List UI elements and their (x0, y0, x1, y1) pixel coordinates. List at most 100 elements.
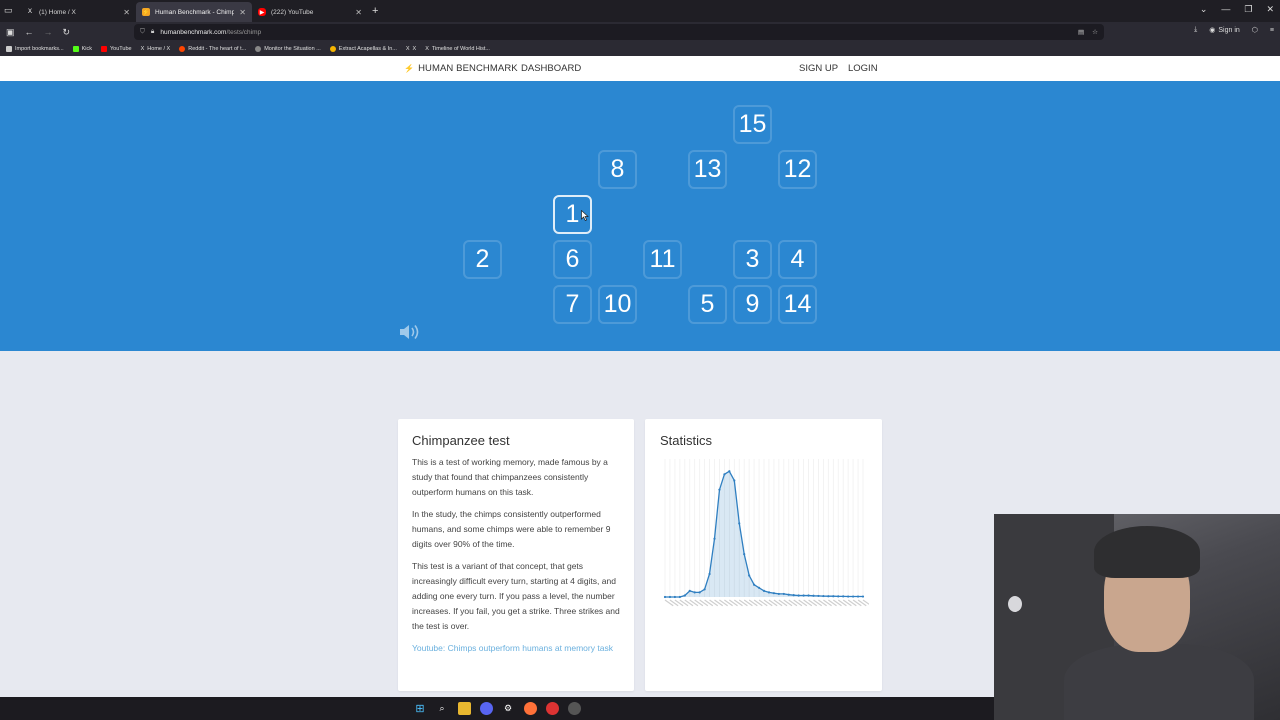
extensions-icon[interactable]: ⬡ (1252, 26, 1258, 34)
signup-link[interactable]: SIGN UP (799, 63, 838, 74)
speaker-icon[interactable] (398, 322, 422, 342)
back-icon[interactable]: ← (25, 27, 34, 37)
site-logo[interactable]: ⚡ HUMAN BENCHMARK (404, 63, 518, 74)
bookmark-item[interactable]: X Timeline of World Hist... (425, 46, 490, 52)
number-tile[interactable]: 14 (778, 285, 817, 324)
x-tick-mark (709, 599, 719, 607)
bookmark-label: Import bookmarks... (15, 46, 64, 52)
bookmark-item[interactable]: Extract Acapellas & In... (329, 46, 397, 52)
number-tile[interactable]: 2 (463, 240, 502, 279)
statistics-chart (663, 459, 869, 607)
data-point (693, 591, 696, 594)
login-link[interactable]: LOGIN (848, 63, 878, 74)
tab-label: (1) Home / X (39, 8, 76, 16)
settings-icon[interactable]: ⚙ (502, 702, 515, 715)
download-icon[interactable]: ⤓ (1194, 26, 1197, 34)
menu-icon[interactable]: ≡ (1270, 27, 1274, 34)
x-tick-mark (694, 599, 704, 607)
number-tile[interactable]: 12 (778, 150, 817, 189)
obs-icon[interactable] (567, 702, 581, 715)
close-icon[interactable]: ✕ (123, 8, 130, 17)
url-bar[interactable]: ⛉ 🔒︎ humanbenchmark.com/tests/chimp ▤ ☆ (134, 24, 1104, 40)
bookmark-item[interactable]: XX (406, 46, 416, 52)
search-icon[interactable]: ⌕ (436, 702, 449, 715)
x-tick-mark (679, 599, 689, 607)
discord-icon[interactable] (479, 702, 493, 715)
close-icon[interactable]: ✕ (355, 8, 362, 17)
windows-start-icon[interactable]: ⊞ (414, 702, 427, 715)
number-tile[interactable]: 11 (643, 240, 682, 279)
number-tile[interactable]: 3 (733, 240, 772, 279)
bookmark-item[interactable]: X Home / X (141, 46, 171, 52)
close-icon[interactable]: ✕ (239, 8, 246, 17)
bookmark-item[interactable]: Reddit - The heart of t... (179, 46, 246, 52)
data-point (842, 595, 845, 598)
sidebar-toggle-icon[interactable]: ▣ (6, 27, 15, 38)
close-window-icon[interactable]: ✕ (1266, 4, 1274, 15)
data-point (817, 594, 820, 598)
x-tick-mark (704, 599, 714, 607)
firefox-icon[interactable] (523, 702, 537, 715)
microphone (1008, 596, 1022, 612)
info-paragraph: This test is a variant of that concept, … (412, 561, 620, 631)
data-point (708, 572, 711, 576)
x-tick-mark (847, 599, 857, 607)
folder-icon[interactable] (457, 702, 471, 715)
tab-youtube[interactable]: ▶ (222) YouTube ✕ (252, 2, 368, 22)
bookmark-item[interactable]: Kick (72, 46, 92, 52)
account-icon: ◉ (1209, 27, 1216, 34)
account-button[interactable]: ◉ Sign in (1209, 26, 1240, 35)
data-point (673, 595, 676, 599)
number-tile[interactable]: 10 (598, 285, 637, 324)
info-card-title: Chimpanzee test (412, 433, 510, 448)
number-tile[interactable]: 5 (688, 285, 727, 324)
dashboard-link[interactable]: DASHBOARD (521, 63, 581, 74)
tab-x-home[interactable]: X (1) Home / X ✕ (20, 2, 136, 22)
number-tile[interactable]: 7 (553, 285, 592, 324)
reload-icon[interactable]: ↻ (63, 27, 71, 38)
x-tick-mark (738, 599, 748, 607)
app-icon[interactable] (545, 702, 559, 715)
x-tick-mark (803, 599, 813, 607)
number-tile[interactable]: 9 (733, 285, 772, 324)
data-point (792, 594, 795, 597)
data-point (837, 595, 840, 598)
youtube-link[interactable]: Youtube: Chimps outperform humans at mem… (412, 641, 620, 656)
mouse-cursor-icon (581, 210, 589, 221)
number-tile[interactable]: 8 (598, 150, 637, 189)
data-point (683, 594, 686, 597)
x-tick-mark (852, 599, 862, 607)
bookmark-item[interactable]: Import bookmarks... (6, 46, 64, 52)
data-point (822, 594, 825, 598)
chevron-down-icon[interactable]: ⌄ (1200, 4, 1208, 15)
new-tab-button[interactable]: + (372, 5, 378, 17)
info-card: Chimpanzee test This is a test of workin… (398, 419, 634, 691)
reader-view-icon[interactable]: ▤ (1078, 28, 1084, 36)
number-tile[interactable]: 6 (553, 240, 592, 279)
tab-human-benchmark[interactable]: ⚡ Human Benchmark - Chimp Te ✕ (136, 2, 252, 22)
tab-list-icon[interactable]: ▭ (4, 5, 16, 17)
data-point (663, 595, 667, 599)
bookmark-label: Extract Acapellas & In... (338, 46, 397, 52)
number-tile[interactable]: 4 (778, 240, 817, 279)
data-point (748, 574, 751, 577)
number-tile[interactable]: 13 (688, 150, 727, 189)
data-point (847, 595, 850, 598)
x-tick-mark (669, 599, 679, 607)
data-point (827, 595, 830, 598)
restore-icon[interactable]: ❐ (1244, 4, 1252, 15)
data-point (861, 595, 865, 598)
x-tick-mark (753, 599, 763, 607)
globe-icon (255, 46, 262, 52)
bookmarks-bar: Import bookmarks... Kick YouTube X Home /… (0, 42, 1280, 56)
statistics-title: Statistics (660, 433, 713, 448)
bookmark-item[interactable]: Monitor the Situation ... (255, 46, 321, 52)
minimize-icon[interactable]: — (1221, 4, 1230, 15)
number-tile[interactable]: 15 (733, 105, 772, 144)
data-point (743, 552, 746, 556)
data-point (728, 470, 731, 473)
x-logo-icon: X (405, 46, 410, 52)
bookmark-item[interactable]: YouTube (101, 46, 132, 52)
bookmark-star-icon[interactable]: ☆ (1092, 28, 1098, 36)
forward-icon[interactable]: → (44, 27, 53, 37)
